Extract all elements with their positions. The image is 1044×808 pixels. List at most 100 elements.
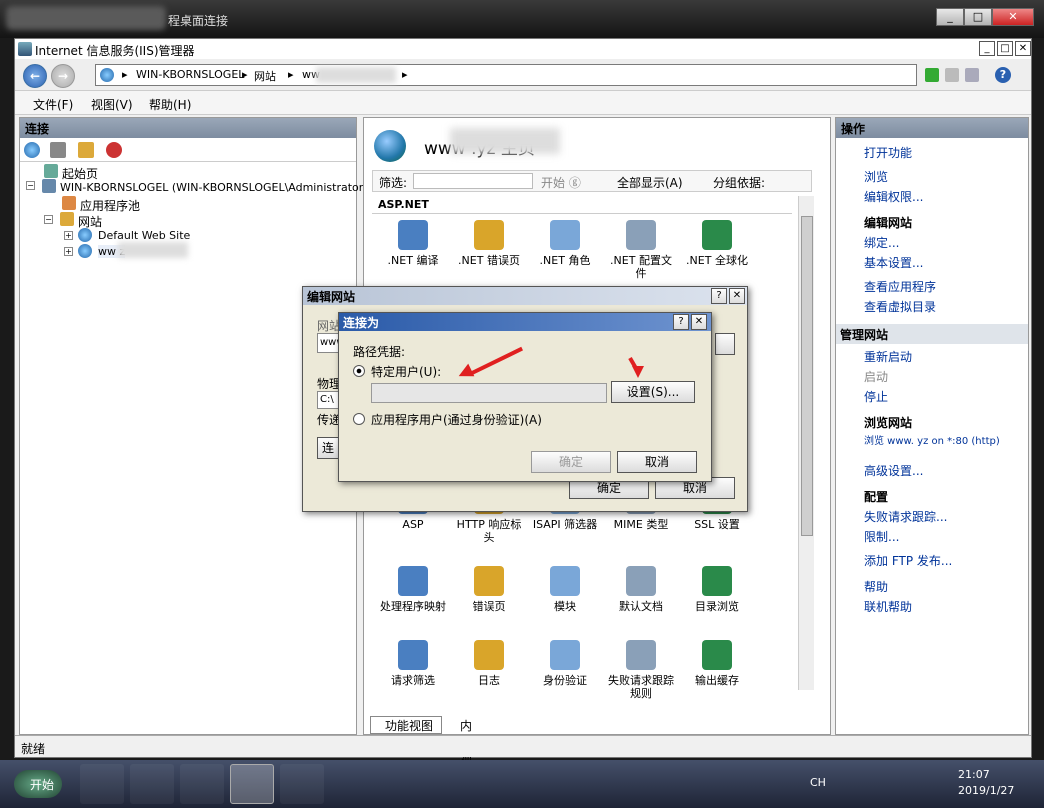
feature-icon[interactable] xyxy=(398,566,428,596)
action-open-feature[interactable]: 打开功能 xyxy=(864,144,912,161)
action-edit-permissions[interactable]: 编辑权限... xyxy=(864,188,923,205)
action-start[interactable]: 启动 xyxy=(864,368,888,385)
menu-view[interactable]: 视图(V) xyxy=(91,96,133,113)
clock-time[interactable]: 21:07 xyxy=(958,768,990,781)
feature-icon[interactable] xyxy=(398,640,428,670)
feature-icon[interactable] xyxy=(626,640,656,670)
taskbar-explorer[interactable] xyxy=(180,764,224,804)
action-restart[interactable]: 重新启动 xyxy=(864,348,912,365)
breadcrumb-sites[interactable]: 网站 xyxy=(254,68,276,84)
feature-label[interactable]: 输出缓存 xyxy=(682,674,752,687)
feature-label[interactable]: 错误页 xyxy=(454,600,524,613)
action-bindings[interactable]: 绑定... xyxy=(864,234,899,251)
taskbar-browser[interactable] xyxy=(130,764,174,804)
action-help[interactable]: 帮助 xyxy=(864,578,888,595)
start-button[interactable]: 开始 xyxy=(14,770,62,798)
connect-ok-button[interactable]: 确定 xyxy=(531,451,611,473)
tree-default-site[interactable]: Default Web Site xyxy=(98,229,190,242)
tree-server[interactable]: WIN-KBORNSLOGEL (WIN-KBORNSLOGEL\Adminis… xyxy=(60,181,368,194)
feature-label[interactable]: ISAPI 筛选器 xyxy=(530,518,600,531)
action-browse-url[interactable]: 浏览 www. yz on *:80 (http) xyxy=(864,432,1014,447)
vertical-scrollbar[interactable] xyxy=(798,196,814,690)
feature-label[interactable]: 目录浏览 xyxy=(682,600,752,613)
taskbar-server-manager[interactable] xyxy=(80,764,124,804)
back-button[interactable]: ← xyxy=(23,64,47,88)
action-advanced-settings[interactable]: 高级设置... xyxy=(864,462,923,479)
feature-label[interactable]: .NET 编译 xyxy=(378,254,448,267)
filter-input[interactable] xyxy=(413,173,533,189)
filter-start-button[interactable]: 开始 ⓖ xyxy=(541,174,581,191)
expand-icon[interactable]: + xyxy=(64,247,73,256)
feature-icon[interactable] xyxy=(626,566,656,596)
refresh-icon[interactable] xyxy=(925,68,939,82)
settings-button[interactable]: 设置(S)... xyxy=(611,381,695,403)
group-by-label[interactable]: 分组依据: xyxy=(713,174,765,191)
feature-icon[interactable] xyxy=(474,566,504,596)
rdp-close-button[interactable]: ✕ xyxy=(992,8,1034,26)
connect-icon[interactable] xyxy=(24,142,40,158)
taskbar-iis-manager[interactable] xyxy=(230,764,274,804)
select-pool-button[interactable] xyxy=(715,333,735,355)
close-button[interactable]: ✕ xyxy=(1015,41,1031,56)
forward-button[interactable]: → xyxy=(51,64,75,88)
save-icon[interactable] xyxy=(50,142,66,158)
action-basic-settings[interactable]: 基本设置... xyxy=(864,254,923,271)
rdp-minimize-button[interactable]: _ xyxy=(936,8,964,26)
feature-icon[interactable] xyxy=(702,566,732,596)
action-view-vdirs[interactable]: 查看虚拟目录 xyxy=(864,298,936,315)
feature-label[interactable]: 日志 xyxy=(454,674,524,687)
show-all-button[interactable]: 全部显示(A) xyxy=(617,174,683,191)
feature-icon[interactable] xyxy=(702,640,732,670)
tree-start-page[interactable]: 起始页 xyxy=(62,165,98,182)
dialog-close-button[interactable]: ✕ xyxy=(691,314,707,330)
tab-features-view[interactable]: 功能视图 xyxy=(370,716,442,734)
language-indicator[interactable]: CH xyxy=(810,776,826,789)
feature-label[interactable]: .NET 角色 xyxy=(530,254,600,267)
feature-icon[interactable] xyxy=(702,220,732,250)
action-online-help[interactable]: 联机帮助 xyxy=(864,598,912,615)
help-icon[interactable]: ? xyxy=(995,67,1011,83)
action-stop[interactable]: 停止 xyxy=(864,388,888,405)
collapse-icon[interactable]: − xyxy=(26,181,35,190)
dialog-help-button[interactable]: ? xyxy=(673,314,689,330)
breadcrumb-server[interactable]: WIN-KBORNSLOGEL xyxy=(136,68,244,81)
action-add-ftp[interactable]: 添加 FTP 发布... xyxy=(864,552,952,569)
feature-label[interactable]: 身份验证 xyxy=(530,674,600,687)
scroll-thumb[interactable] xyxy=(801,216,813,536)
disconnect-icon[interactable] xyxy=(106,142,122,158)
connect-cancel-button[interactable]: 取消 xyxy=(617,451,697,473)
feature-icon[interactable] xyxy=(626,220,656,250)
stop-icon[interactable] xyxy=(945,68,959,82)
manage-site-header[interactable]: 管理网站 xyxy=(836,324,1028,344)
dialog-help-button[interactable]: ? xyxy=(711,288,727,304)
feature-label[interactable]: 失败请求跟踪规则 xyxy=(606,674,676,700)
address-path[interactable]: ▸ WIN-KBORNSLOGEL ▸ 网站 ▸ ww ▸ xyxy=(95,64,917,86)
feature-label[interactable]: MIME 类型 xyxy=(606,518,676,531)
maximize-button[interactable]: □ xyxy=(997,41,1013,56)
connect-as-button[interactable]: 连 xyxy=(317,437,339,459)
app-user-radio[interactable] xyxy=(353,413,365,425)
menu-file[interactable]: 文件(F) xyxy=(33,96,73,113)
feature-label[interactable]: ASP xyxy=(378,518,448,531)
collapse-icon[interactable]: − xyxy=(44,215,53,224)
feature-label[interactable]: .NET 错误页 xyxy=(454,254,524,267)
feature-label[interactable]: .NET 配置文件 xyxy=(606,254,676,280)
clock-date[interactable]: 2019/1/27 xyxy=(958,784,1014,797)
feature-icon[interactable] xyxy=(550,640,580,670)
feature-label[interactable]: 模块 xyxy=(530,600,600,613)
feature-label[interactable]: 默认文档 xyxy=(606,600,676,613)
menu-help[interactable]: 帮助(H) xyxy=(149,96,191,113)
expand-icon[interactable]: + xyxy=(64,231,73,240)
feature-label[interactable]: 请求筛选 xyxy=(378,674,448,687)
tree-app-pools[interactable]: 应用程序池 xyxy=(80,197,140,214)
action-failed-trace[interactable]: 失败请求跟踪... xyxy=(864,508,947,525)
feature-label[interactable]: HTTP 响应标头 xyxy=(454,518,524,544)
feature-icon[interactable] xyxy=(550,566,580,596)
feature-icon[interactable] xyxy=(474,640,504,670)
feature-label[interactable]: SSL 设置 xyxy=(682,518,752,531)
feature-label[interactable]: .NET 全球化 xyxy=(682,254,752,267)
specific-user-radio[interactable] xyxy=(353,365,365,377)
feature-icon[interactable] xyxy=(398,220,428,250)
feature-icon[interactable] xyxy=(474,220,504,250)
rdp-maximize-button[interactable]: □ xyxy=(964,8,992,26)
